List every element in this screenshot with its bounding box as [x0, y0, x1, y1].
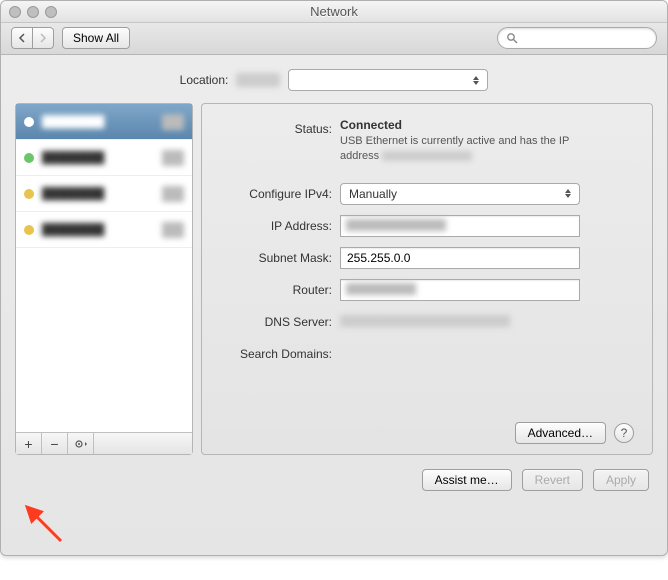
service-actions-button[interactable]: [68, 433, 94, 454]
content-split: ████████ ████████ ████████ ████████: [1, 99, 667, 455]
forward-button[interactable]: [33, 27, 54, 49]
minus-icon: −: [50, 436, 58, 452]
location-select[interactable]: [288, 69, 488, 91]
subnet-mask-label: Subnet Mask:: [220, 247, 332, 265]
details-panel: Status: Connected USB Ethernet is curren…: [201, 103, 653, 455]
dns-server-label: DNS Server:: [220, 311, 332, 329]
search-field[interactable]: [497, 27, 657, 49]
panel-footer: Advanced… ?: [220, 422, 634, 444]
back-button[interactable]: [11, 27, 33, 49]
select-arrows-icon: [469, 73, 483, 87]
router-value-blurred: [346, 283, 416, 295]
add-service-button[interactable]: +: [16, 433, 42, 454]
configure-ipv4-select[interactable]: Manually: [340, 183, 580, 205]
sidebar-item[interactable]: ████████: [16, 104, 192, 140]
ip-row: IP Address:: [220, 215, 634, 237]
status-ip-blurred: [382, 151, 472, 161]
ip-address-label: IP Address:: [220, 215, 332, 233]
zoom-window-button[interactable]: [45, 6, 57, 18]
location-row: Location:: [1, 55, 667, 99]
interface-icon: [162, 114, 184, 130]
interface-icon: [162, 150, 184, 166]
sidebar-footer: + −: [16, 432, 192, 454]
sidebar-item-label: ████████: [42, 152, 154, 164]
services-list: ████████ ████████ ████████ ████████: [16, 104, 192, 432]
status-dot-icon: [24, 225, 34, 235]
select-arrows-icon: [561, 187, 575, 201]
interface-icon: [162, 186, 184, 202]
router-label: Router:: [220, 279, 332, 297]
router-row: Router:: [220, 279, 634, 301]
status-dot-icon: [24, 189, 34, 199]
advanced-button[interactable]: Advanced…: [515, 422, 606, 444]
subnet-mask-input[interactable]: [340, 247, 580, 269]
sidebar-item-label: ████████: [42, 116, 154, 128]
configure-row: Configure IPv4: Manually: [220, 183, 634, 205]
sidebar-item-label: ████████: [42, 224, 154, 236]
services-sidebar: ████████ ████████ ████████ ████████: [15, 103, 193, 455]
dns-row: DNS Server:: [220, 311, 634, 333]
help-button[interactable]: ?: [614, 423, 634, 443]
gear-icon: [73, 438, 89, 450]
status-value: Connected: [340, 118, 600, 132]
search-domains-row: Search Domains:: [220, 343, 634, 361]
toolbar: Show All: [1, 23, 667, 55]
status-dot-icon: [24, 117, 34, 127]
status-label: Status:: [220, 118, 332, 136]
nav-segment: [11, 27, 54, 49]
dns-value-blurred: [340, 315, 510, 327]
plus-icon: +: [24, 436, 32, 452]
sidebar-item[interactable]: ████████: [16, 212, 192, 248]
titlebar: Network: [1, 1, 667, 23]
bottom-button-bar: Assist me… Revert Apply: [1, 455, 667, 491]
search-icon: [506, 32, 518, 44]
mask-row: Subnet Mask:: [220, 247, 634, 269]
chevron-right-icon: [39, 33, 47, 43]
traffic-lights: [9, 6, 57, 18]
sidebar-item[interactable]: ████████: [16, 176, 192, 212]
status-description: USB Ethernet is currently active and has…: [340, 134, 600, 165]
status-row: Status: Connected USB Ethernet is curren…: [220, 118, 634, 165]
configure-label: Configure IPv4:: [220, 183, 332, 201]
location-label: Location:: [180, 73, 229, 87]
minimize-window-button[interactable]: [27, 6, 39, 18]
window-title: Network: [9, 4, 659, 19]
location-name-blurred: [236, 73, 280, 87]
interface-icon: [162, 222, 184, 238]
search-input[interactable]: [524, 31, 648, 45]
revert-button[interactable]: Revert: [522, 469, 583, 491]
ip-value-blurred: [346, 219, 446, 231]
status-dot-icon: [24, 153, 34, 163]
assist-me-button[interactable]: Assist me…: [422, 469, 512, 491]
close-window-button[interactable]: [9, 6, 21, 18]
remove-service-button[interactable]: −: [42, 433, 68, 454]
search-domains-label: Search Domains:: [220, 343, 332, 361]
sidebar-item-label: ████████: [42, 188, 154, 200]
network-preferences-window: Network Show All Location:: [0, 0, 668, 556]
sidebar-item[interactable]: ████████: [16, 140, 192, 176]
show-all-button[interactable]: Show All: [62, 27, 130, 49]
annotation-arrow-icon: [21, 501, 71, 551]
help-icon: ?: [621, 426, 628, 440]
apply-button[interactable]: Apply: [593, 469, 649, 491]
chevron-left-icon: [18, 33, 26, 43]
configure-ipv4-value: Manually: [349, 187, 397, 201]
